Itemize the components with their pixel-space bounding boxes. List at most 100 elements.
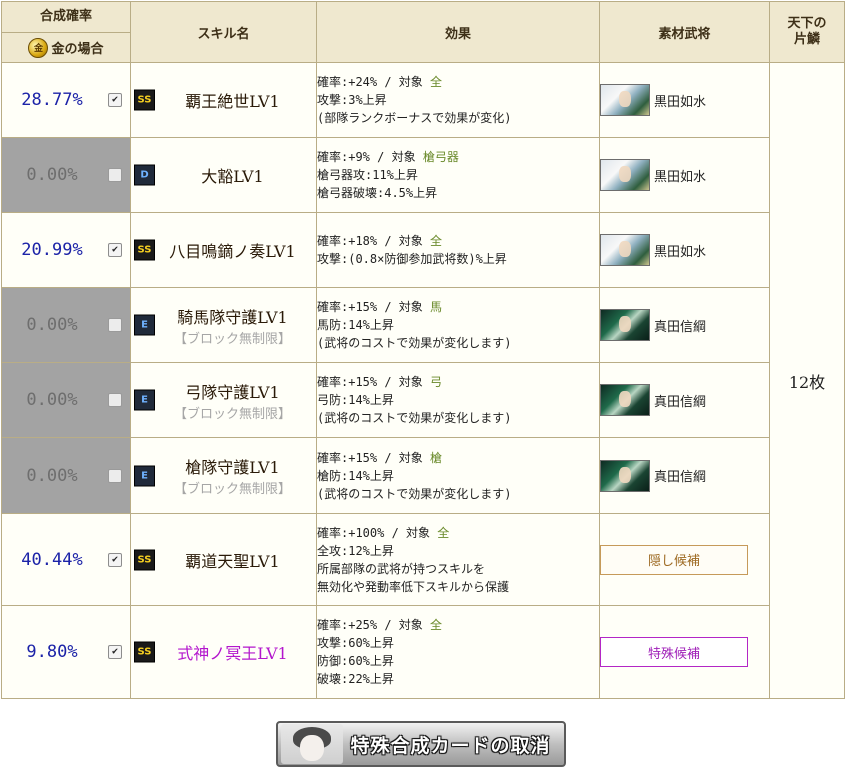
table-row: 0.00% E 槍隊守護LV1 【ブロック無制限】 確率:+15% / 対象 槍槍防:1… (1, 437, 845, 514)
general-name: 黒田如水 (654, 244, 707, 260)
effect-cell: 確率:+100% / 対象 全全攻:12%上昇 所属部隊の武将が持つスキルを 無効化… (316, 513, 600, 606)
general-portrait-icon (600, 234, 650, 266)
rank-d-icon: D (134, 164, 155, 186)
rate-value: 0.00% (26, 165, 78, 185)
gold-coin-icon: 金 (28, 37, 49, 58)
effect-target: 弓 (430, 375, 443, 389)
skill-select-checkbox[interactable] (108, 168, 122, 182)
rate-value: 9.80% (26, 642, 78, 662)
effect-target: 馬 (430, 300, 443, 314)
effect-cell: 確率:+15% / 対象 馬馬防:14%上昇 (武将のコストで効果が変化します) (316, 287, 600, 363)
cancel-button-label: 特殊合成カードの取消 (350, 734, 551, 757)
effect-line: 確率:+15% / 対象 弓 (317, 375, 443, 389)
effect-target: 全 (430, 618, 443, 632)
skill-select-checkbox[interactable] (108, 318, 122, 332)
skill-note: 【ブロック無制限】 (173, 331, 291, 347)
effect-line: 槍弓器攻:11%上昇 (317, 168, 418, 182)
general-name: 黒田如水 (654, 94, 707, 110)
general-portrait-icon (600, 459, 650, 492)
effect-line: 槍弓器破壊:4.5%上昇 (317, 186, 438, 200)
skill-select-checkbox[interactable]: ✔ (108, 552, 122, 567)
table-row: 40.44% ✔ SS 覇道天聖LV1 確率:+100% / 対象 全全攻:12%上昇所… (1, 513, 845, 606)
skill-name: 騎馬隊守護LV1 (177, 307, 288, 327)
skill-note: 【ブロック無制限】 (173, 406, 291, 422)
general-portrait-icon (600, 84, 650, 116)
general-name: 真田信綱 (654, 319, 707, 335)
skill-name: 弓隊守護LV1 (185, 382, 280, 402)
skill-name: 八目鳴鏑ノ奏LV1 (169, 242, 296, 261)
rate-value: 40.44% (21, 549, 83, 570)
rate-subheader: 金 金の場合 (2, 33, 130, 62)
skill-select-checkbox[interactable] (108, 393, 122, 407)
rate-cell: 9.80% ✔ (1, 605, 131, 699)
effect-line: 破壊:22%上昇 (317, 672, 394, 686)
skill-cell: D 大豁LV1 (130, 137, 317, 213)
effect-line: 無効化や発動率低下スキルから保護 (317, 579, 510, 594)
effect-line: 確率:+15% / 対象 槍 (317, 450, 443, 465)
material-general[interactable]: 真田信綱 (600, 459, 769, 492)
table-row: 9.80% ✔ SS 式神ノ冥王LV1 確率:+25% / 対象 全攻撃:60%上昇 防御… (1, 605, 845, 699)
cancel-special-synthesis-button[interactable]: 特殊合成カードの取消 (276, 721, 566, 767)
material-general[interactable]: 真田信綱 (600, 309, 769, 341)
table-row: 20.99% ✔ SS 八目鳴鏑ノ奏LV1 確率:+18% / 対象 全攻撃:(0.8×… (1, 212, 845, 288)
skill-cell: E 弓隊守護LV1 【ブロック無制限】 (130, 362, 317, 438)
skill-note: 【ブロック無制限】 (173, 482, 291, 497)
effect-line: 馬防:14%上昇 (317, 318, 394, 332)
skill-select-checkbox[interactable]: ✔ (108, 243, 122, 257)
special-candidate-button[interactable]: 特殊候補 (600, 637, 748, 667)
rate-value: 0.00% (26, 465, 78, 486)
skill-name: 式神ノ冥王LV1 (177, 644, 288, 663)
tenka-header-label: 天下の 片鱗 (787, 16, 827, 47)
skill-name-header: スキル名 (130, 1, 317, 63)
table-row: 28.77% ✔ SS 覇王絶世LV1 確率:+24% / 対象 全攻撃:3%上昇 (部隊… (1, 62, 845, 699)
general-name: 黒田如水 (654, 169, 707, 185)
skill-cell: E 騎馬隊守護LV1 【ブロック無制限】 (130, 287, 317, 363)
skill-cell: SS 覇道天聖LV1 (130, 513, 317, 606)
effect-target: 槍 (430, 450, 443, 465)
effect-line: 全攻:12%上昇 (317, 543, 394, 558)
effect-target: 全 (437, 525, 450, 540)
material-general[interactable]: 黒田如水 (600, 234, 769, 266)
material-general[interactable]: 黒田如水 (600, 159, 769, 191)
rank-e-icon: E (134, 465, 155, 486)
hidden-candidate-button[interactable]: 隠し候補 (600, 544, 748, 575)
effect-target: 槍弓器 (422, 150, 459, 164)
general-name: 真田信綱 (654, 470, 707, 485)
table-row: 0.00% E 騎馬隊守護LV1 【ブロック無制限】 確率:+15% / 対象 馬馬防:… (1, 287, 845, 363)
skill-select-checkbox[interactable] (108, 468, 122, 483)
rate-subtitle: 金の場合 (51, 42, 104, 57)
effect-line: 弓防:14%上昇 (317, 393, 394, 407)
rate-cell: 20.99% ✔ (1, 212, 131, 288)
effect-line: (武将のコストで効果が変化します) (317, 336, 512, 350)
material-cell: 真田信綱 (599, 287, 770, 363)
rate-cell: 40.44% ✔ (1, 513, 131, 606)
material-header: 素材武将 (599, 1, 770, 63)
effect-cell: 確率:+24% / 対象 全攻撃:3%上昇 (部隊ランクボーナスで効果が変化) (316, 62, 600, 138)
effect-line: 攻撃:60%上昇 (317, 636, 394, 650)
rate-value: 0.00% (26, 390, 78, 410)
rate-cell: 0.00% (1, 287, 131, 363)
effect-cell: 確率:+9% / 対象 槍弓器 槍弓器攻:11%上昇 槍弓器破壊:4.5%上昇 (316, 137, 600, 213)
skill-select-checkbox[interactable]: ✔ (108, 645, 122, 659)
general-name: 真田信綱 (654, 394, 707, 410)
rate-title: 合成確率 (2, 2, 130, 33)
skill-name: 槍隊守護LV1 (185, 458, 280, 477)
rate-cell: 0.00% (1, 137, 131, 213)
rank-ss-icon: SS (134, 89, 155, 111)
material-cell: 黒田如水 (599, 137, 770, 213)
effect-line: (武将のコストで効果が変化します) (317, 486, 512, 501)
rank-ss-icon: SS (134, 641, 155, 663)
material-general[interactable]: 黒田如水 (600, 84, 769, 116)
material-general[interactable]: 真田信綱 (600, 384, 769, 416)
tenka-count: 12枚 (769, 62, 845, 699)
rate-value: 20.99% (21, 240, 83, 260)
skill-synthesis-table: 合成確率 金 金の場合 スキル名 効果 素材武将 天下の 片鱗 28.77% ✔ SS… (1, 1, 845, 699)
skill-name: 覇道天聖LV1 (185, 551, 280, 571)
effect-line: 防御:60%上昇 (317, 654, 394, 668)
material-cell: 真田信綱 (599, 362, 770, 438)
material-cell: 黒田如水 (599, 62, 770, 138)
skill-select-checkbox[interactable]: ✔ (108, 93, 122, 107)
effect-line: 確率:+24% / 対象 全 (317, 75, 443, 89)
table-header-row: 合成確率 金 金の場合 スキル名 効果 素材武将 天下の 片鱗 (1, 1, 845, 63)
effect-target: 全 (430, 75, 443, 89)
